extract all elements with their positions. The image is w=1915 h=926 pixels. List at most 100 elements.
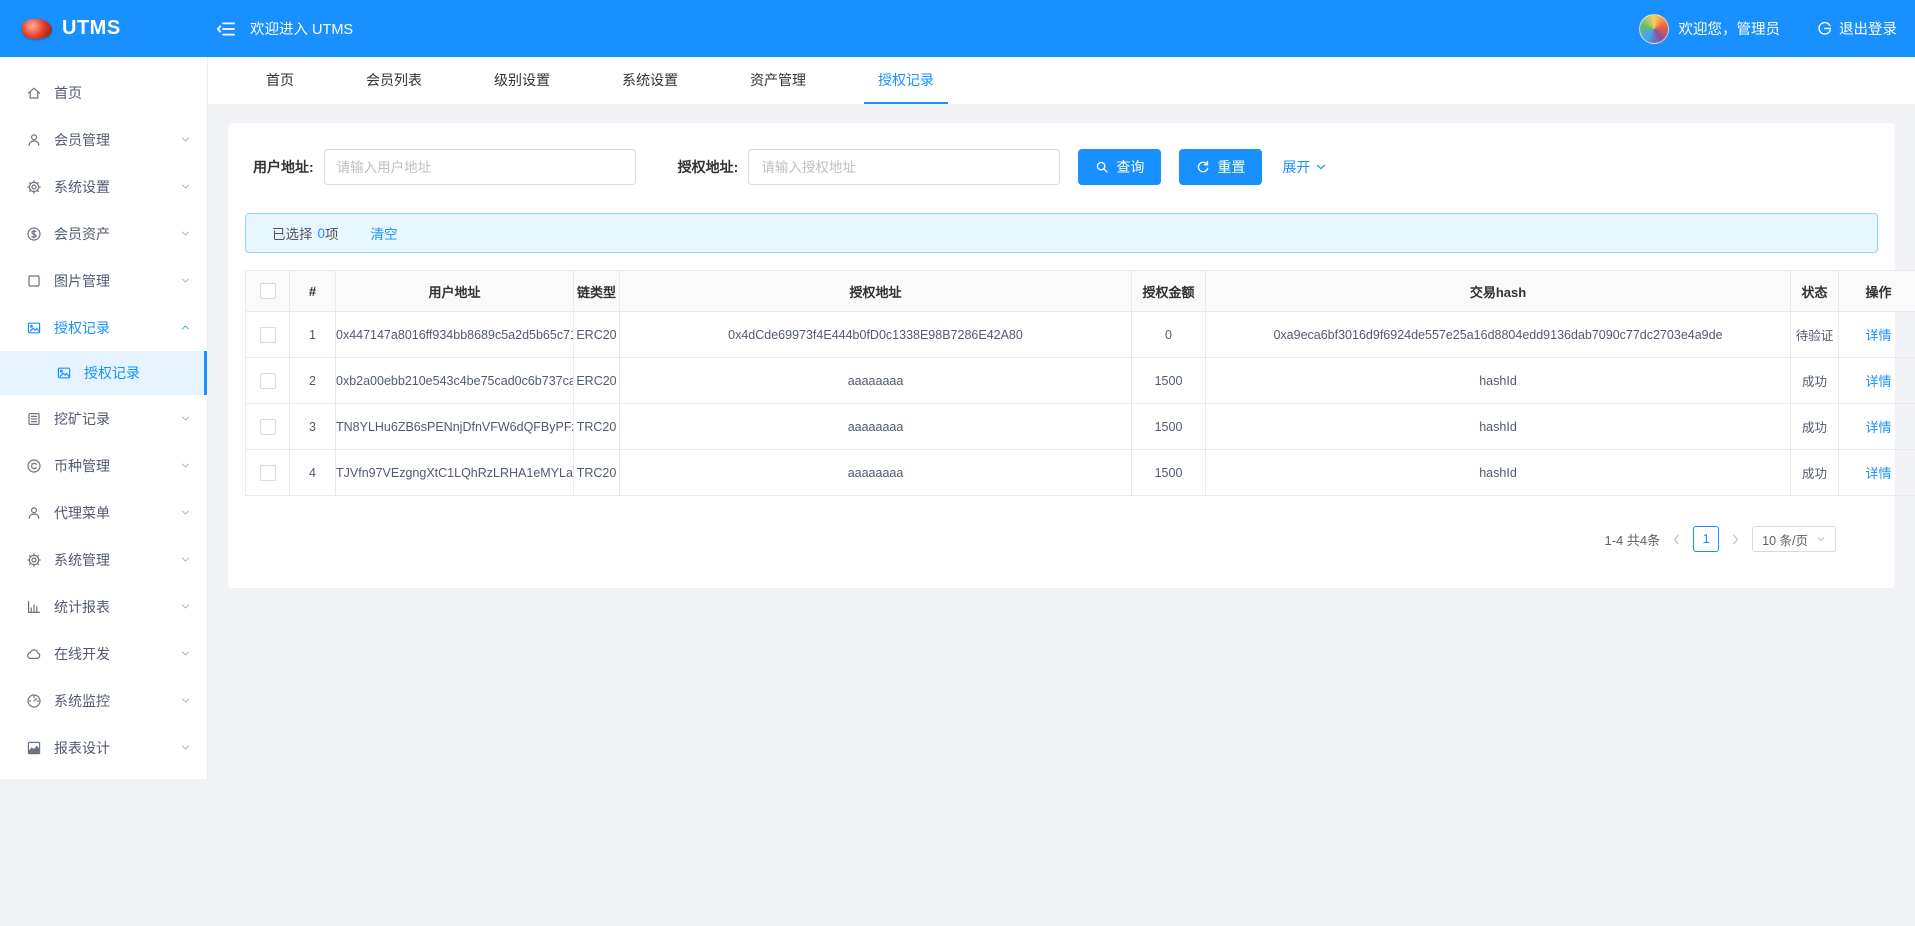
index-cell: 4	[289, 449, 336, 496]
detail-link[interactable]: 详情	[1865, 328, 1891, 343]
selection-alert: 已选择 0 项 清空	[245, 213, 1878, 253]
prev-page-icon[interactable]	[1670, 533, 1683, 546]
area-chart-icon	[26, 740, 42, 756]
user-address-label: 用户地址:	[253, 159, 314, 175]
chevron-down-icon	[180, 742, 191, 753]
page-size-select[interactable]: 10 条/页	[1752, 526, 1836, 552]
index-cell: 1	[289, 311, 336, 358]
search-button[interactable]: 查询	[1078, 149, 1162, 185]
chevron-down-icon	[180, 601, 191, 612]
auth-address-cell: aaaaaaaa	[619, 403, 1132, 450]
logout-label: 退出登录	[1839, 22, 1897, 38]
chevron-down-icon	[180, 460, 191, 471]
tab-level-settings[interactable]: 级别设置	[480, 57, 564, 104]
logout-button[interactable]: 退出登录	[1816, 18, 1897, 39]
row-checkbox[interactable]	[259, 372, 276, 389]
sidebar-item-statistics-report[interactable]: 统计报表	[0, 583, 207, 630]
auth-address-cell: 0x4dCde69973f4E444b0fD0c1338E98B7286E42A…	[619, 311, 1132, 358]
content-area: 用户地址: 授权地址: 查询	[208, 105, 1915, 926]
sidebar-item-report-design[interactable]: 报表设计	[0, 724, 207, 771]
chevron-down-icon	[180, 181, 191, 192]
sidebar-item-member-assets[interactable]: 会员资产	[0, 210, 207, 257]
user-address-input[interactable]	[323, 149, 636, 185]
sidebar-item-coin-management[interactable]: 币种管理	[0, 442, 207, 489]
tab-system-settings[interactable]: 系统设置	[608, 57, 692, 104]
column-header: 链类型	[573, 270, 620, 312]
sidebar: 首页 会员管理 系统设置 会员资产 图片管理 授权记录 授权记录 挖矿记录 币种管理 代理菜单 系统…	[0, 57, 208, 779]
amount-cell: 1500	[1131, 403, 1206, 450]
chevron-down-icon	[180, 507, 191, 518]
tab-auth-records[interactable]: 授权记录	[864, 57, 948, 104]
filter-row: 用户地址: 授权地址: 查询	[253, 149, 1878, 185]
sidebar-subitem-label: 授权记录	[84, 365, 140, 381]
bar-chart-icon	[26, 599, 42, 615]
status-cell: 成功	[1790, 449, 1839, 496]
row-checkbox[interactable]	[259, 326, 276, 343]
chevron-down-icon	[180, 134, 191, 145]
tab-home[interactable]: 首页	[252, 57, 308, 104]
chevron-down-icon	[180, 413, 191, 424]
logo: UTMS	[0, 17, 208, 40]
chevron-down-icon	[180, 228, 191, 239]
sidebar-item-label: 系统监控	[54, 692, 110, 709]
sidebar-item-label: 挖矿记录	[54, 410, 110, 427]
sidebar-item-mining-records[interactable]: 挖矿记录	[0, 395, 207, 442]
chain-type-cell: TRC20	[573, 403, 620, 450]
sidebar-item-label: 会员资产	[54, 225, 110, 242]
copyright-icon	[26, 458, 42, 474]
pagination-total: 1-4 共4条	[1604, 532, 1661, 548]
selection-count: 0	[317, 225, 326, 241]
detail-link[interactable]: 详情	[1865, 466, 1891, 481]
tab-asset-management[interactable]: 资产管理	[736, 57, 820, 104]
sidebar-item-image-management[interactable]: 图片管理	[0, 257, 207, 304]
sidebar-item-system-settings[interactable]: 系统设置	[0, 163, 207, 210]
tx-hash-cell: hashId	[1205, 357, 1791, 404]
user-avatar[interactable]	[1638, 13, 1669, 44]
clear-selection-link[interactable]: 清空	[371, 223, 398, 243]
pagination: 1-4 共4条 1 10 条/页	[245, 526, 1878, 552]
chevron-up-icon	[180, 322, 191, 333]
sidebar-item-agent-menu[interactable]: 代理菜单	[0, 489, 207, 536]
row-checkbox[interactable]	[259, 464, 276, 481]
reset-button[interactable]: 重置	[1179, 149, 1263, 185]
auth-address-input[interactable]	[748, 149, 1061, 185]
expand-link[interactable]: 展开	[1282, 157, 1327, 177]
sidebar-item-auth-records[interactable]: 授权记录	[0, 304, 207, 351]
sidebar-item-label: 币种管理	[54, 457, 110, 474]
sidebar-item-label: 在线开发	[54, 645, 110, 662]
amount-cell: 1500	[1131, 449, 1206, 496]
index-cell: 3	[289, 403, 336, 450]
row-checkbox[interactable]	[259, 418, 276, 435]
menu-fold-icon[interactable]	[216, 19, 236, 39]
column-header: 授权地址	[619, 270, 1132, 312]
auth-address-cell: aaaaaaaa	[619, 357, 1132, 404]
sidebar-item-online-dev[interactable]: 在线开发	[0, 630, 207, 677]
auth-address-cell: aaaaaaaa	[619, 449, 1132, 496]
user-icon	[26, 505, 42, 521]
sidebar-subitem-auth-records-sub[interactable]: 授权记录	[0, 351, 207, 395]
page-number-button[interactable]: 1	[1693, 526, 1720, 552]
action-cell: 详情	[1838, 403, 1915, 450]
next-page-icon[interactable]	[1729, 533, 1742, 546]
detail-link[interactable]: 详情	[1865, 420, 1891, 435]
square-icon	[26, 273, 42, 289]
gear-icon	[26, 552, 42, 568]
status-cell: 成功	[1790, 357, 1839, 404]
selection-suffix: 项	[325, 227, 339, 242]
user-address-cell: 0xb2a00ebb210e543c4be75cad0c6b737ca71740…	[335, 357, 574, 404]
sidebar-item-label: 授权记录	[54, 319, 110, 336]
tab-member-list[interactable]: 会员列表	[352, 57, 436, 104]
sidebar-item-system-management[interactable]: 系统管理	[0, 536, 207, 583]
sidebar-item-home[interactable]: 首页	[0, 69, 207, 116]
action-cell: 详情	[1838, 311, 1915, 358]
sidebar-item-member-management[interactable]: 会员管理	[0, 116, 207, 163]
detail-link[interactable]: 详情	[1865, 374, 1891, 389]
user-address-cell: 0x447147a8016ff934bb8689c5a2d5b65c715b91…	[335, 311, 574, 358]
sidebar-item-system-monitor[interactable]: 系统监控	[0, 677, 207, 724]
sidebar-item-label: 代理菜单	[54, 504, 110, 521]
status-cell: 待验证	[1790, 311, 1839, 358]
search-icon	[1095, 160, 1109, 174]
row-select-cell	[245, 311, 290, 358]
select-all-checkbox[interactable]	[259, 283, 276, 300]
dashboard-icon	[26, 693, 42, 709]
